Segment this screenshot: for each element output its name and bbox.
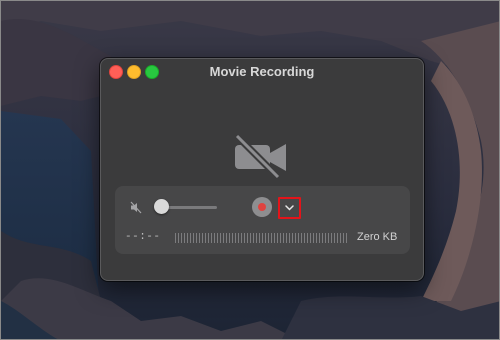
speaker-muted-icon — [130, 201, 143, 214]
volume-slider-knob[interactable] — [153, 199, 169, 214]
screen: Movie Recording --:-- Zero KB — [0, 0, 500, 340]
movie-recording-window: Movie Recording --:-- Zero KB — [100, 58, 424, 281]
file-size-label: Zero KB — [357, 231, 398, 243]
audio-level-meter — [175, 233, 347, 243]
window-title: Movie Recording — [209, 64, 315, 79]
record-button[interactable] — [252, 197, 272, 217]
record-icon — [258, 203, 266, 211]
elapsed-time: --:-- — [125, 231, 161, 243]
recording-controls-panel: --:-- Zero KB — [115, 186, 410, 254]
video-camera-off-icon — [232, 131, 292, 181]
options-dropdown-button[interactable] — [278, 197, 301, 219]
chevron-down-icon — [285, 205, 294, 211]
title-bar[interactable]: Movie Recording — [101, 59, 423, 83]
